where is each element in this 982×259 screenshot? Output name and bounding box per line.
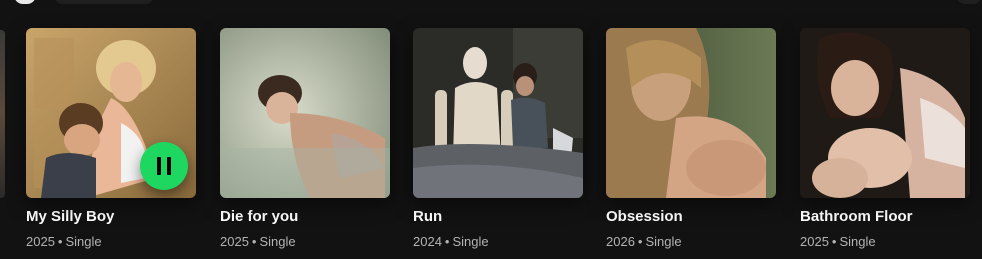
separator-dot: •: [57, 234, 63, 249]
release-year: 2025: [26, 234, 55, 249]
discography-row-page: My Silly Boy 2025 • Single Die for you 2…: [0, 0, 982, 259]
release-year: 2025: [800, 234, 829, 249]
release-meta: 2025 • Single: [26, 234, 198, 249]
separator-dot: •: [444, 234, 450, 249]
release-cover-art[interactable]: [606, 28, 776, 198]
release-card[interactable]: Run 2024 • Single: [413, 28, 585, 249]
release-cover-art[interactable]: [413, 28, 583, 198]
release-type: Single: [65, 234, 102, 249]
pause-icon: [167, 157, 171, 175]
cover-image: [606, 28, 776, 198]
release-type: Single: [452, 234, 489, 249]
release-type: Single: [839, 234, 876, 249]
release-meta: 2024 • Single: [413, 234, 585, 249]
release-meta: 2026 • Single: [606, 234, 778, 249]
release-title[interactable]: Obsession: [606, 208, 778, 225]
release-card[interactable]: Obsession 2026 • Single: [606, 28, 778, 249]
release-card[interactable]: Bathroom Floor 2025 • Single: [800, 28, 972, 249]
release-cards-row: My Silly Boy 2025 • Single Die for you 2…: [0, 0, 982, 259]
release-card[interactable]: My Silly Boy 2025 • Single: [26, 28, 198, 249]
release-year: 2024: [413, 234, 442, 249]
release-title[interactable]: My Silly Boy: [26, 208, 198, 225]
pause-icon: [157, 157, 161, 175]
separator-dot: •: [251, 234, 257, 249]
release-title[interactable]: Bathroom Floor: [800, 208, 972, 225]
release-cover-art[interactable]: [26, 28, 196, 198]
release-meta: 2025 • Single: [220, 234, 392, 249]
release-title[interactable]: Run: [413, 208, 585, 225]
separator-dot: •: [637, 234, 643, 249]
release-title[interactable]: Die for you: [220, 208, 392, 225]
cover-image: [413, 28, 583, 198]
separator-dot: •: [831, 234, 837, 249]
release-card[interactable]: Die for you 2025 • Single: [220, 28, 392, 249]
release-year: 2025: [220, 234, 249, 249]
cover-image: [220, 28, 390, 198]
pause-button[interactable]: [140, 142, 188, 190]
release-cover-art[interactable]: [800, 28, 970, 198]
release-type: Single: [259, 234, 296, 249]
release-cover-art[interactable]: [220, 28, 390, 198]
release-type: Single: [645, 234, 682, 249]
cover-image: [800, 28, 970, 198]
release-meta: 2025 • Single: [800, 234, 972, 249]
release-year: 2026: [606, 234, 635, 249]
